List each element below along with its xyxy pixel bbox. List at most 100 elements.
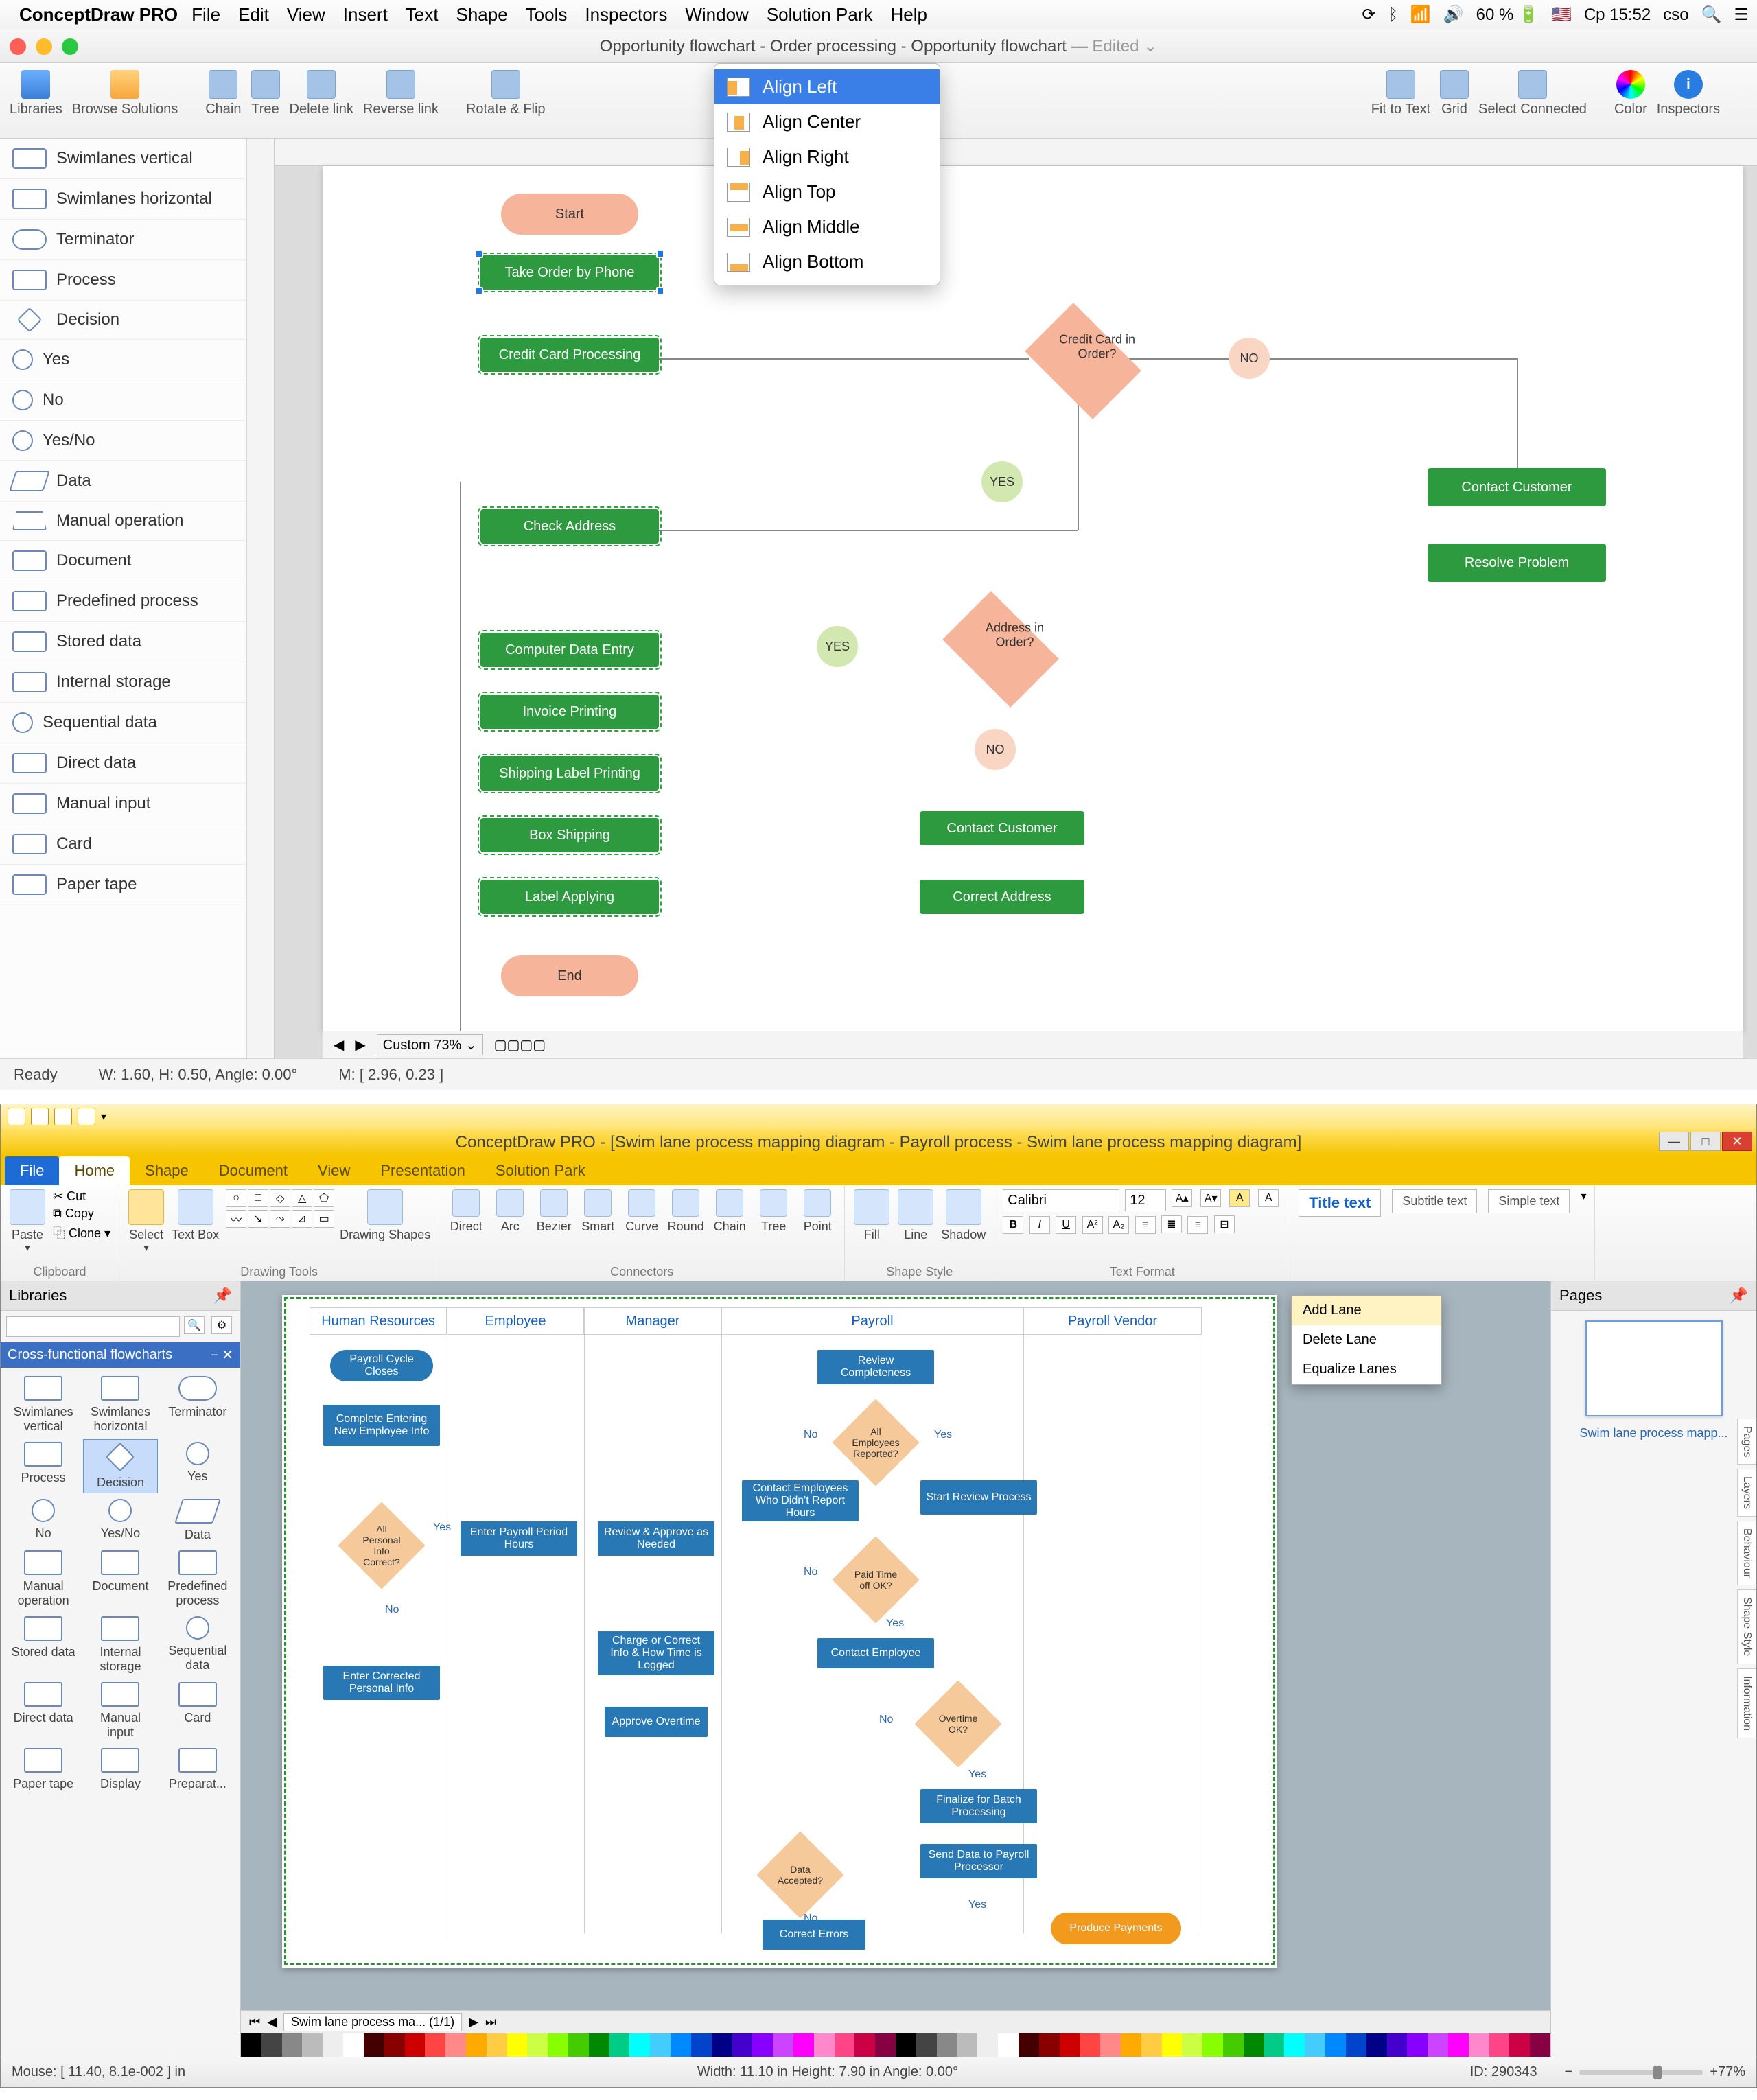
- color-swatch[interactable]: [1387, 2033, 1408, 2057]
- lane-employee[interactable]: Employee: [447, 1307, 584, 1335]
- color-swatch[interactable]: [1305, 2033, 1325, 2057]
- color-swatch[interactable]: [854, 2033, 875, 2057]
- color-swatch[interactable]: [977, 2033, 998, 2057]
- zoom-window-button[interactable]: [62, 38, 78, 55]
- approve-overtime[interactable]: Approve Overtime: [605, 1707, 708, 1737]
- no-badge[interactable]: NO: [1229, 338, 1270, 379]
- connector-tree[interactable]: Tree: [755, 1189, 792, 1234]
- search-icon[interactable]: 🔍: [184, 1316, 205, 1334]
- tb-tree[interactable]: Tree: [251, 70, 280, 117]
- qat-redo-icon[interactable]: [78, 1108, 95, 1125]
- subtitle-text-style[interactable]: Subtitle text: [1392, 1189, 1477, 1213]
- color-swatch[interactable]: [1162, 2033, 1183, 2057]
- color-swatch[interactable]: [1346, 2033, 1366, 2057]
- tab-nav-left-icon[interactable]: ⏮: [249, 2015, 260, 2029]
- tb-libraries[interactable]: Libraries: [10, 70, 62, 117]
- subscript-button[interactable]: A₂: [1108, 1216, 1129, 1234]
- lib-swimlanes-vertical[interactable]: Swimlanes vertical: [6, 1373, 80, 1436]
- library-category[interactable]: Cross-functional flowcharts− ✕: [1, 1342, 240, 1368]
- start-terminator[interactable]: Start: [501, 194, 638, 235]
- color-swatch[interactable]: [691, 2033, 712, 2057]
- lib-no[interactable]: No: [6, 1496, 80, 1545]
- menu-solution-park[interactable]: Solution Park: [767, 4, 873, 25]
- color-swatch[interactable]: [1407, 2033, 1428, 2057]
- connector-arc[interactable]: Arc: [491, 1189, 528, 1234]
- zoom-out-icon[interactable]: −: [1565, 2064, 1573, 2080]
- color-swatch[interactable]: [998, 2033, 1019, 2057]
- menu-tools[interactable]: Tools: [526, 4, 568, 25]
- collapse-icon[interactable]: −: [210, 1348, 218, 1363]
- box-invoice[interactable]: Invoice Printing: [480, 695, 659, 729]
- tb-inspectors[interactable]: iInspectors: [1657, 70, 1720, 117]
- box-contact-customer-2[interactable]: Contact Customer: [920, 811, 1084, 845]
- charge-correct[interactable]: Charge or Correct Info & How Time is Log…: [598, 1631, 714, 1675]
- color-swatch[interactable]: [1325, 2033, 1346, 2057]
- font-name-input[interactable]: [1003, 1189, 1119, 1211]
- align-middle-item[interactable]: Align Middle: [714, 209, 940, 244]
- color-swatch[interactable]: [712, 2033, 732, 2057]
- side-internal-storage[interactable]: Internal storage: [0, 662, 246, 703]
- underline-button[interactable]: U: [1056, 1216, 1076, 1234]
- italic-button[interactable]: I: [1029, 1216, 1050, 1234]
- tb-browse-solutions[interactable]: Browse Solutions: [72, 70, 178, 117]
- color-swatch[interactable]: [445, 2033, 466, 2057]
- shape-gallery[interactable]: ○□◇△⬠ 〰↘⤳⊿▭: [226, 1189, 333, 1228]
- swimlane-canvas[interactable]: Human Resources Employee Manager Payroll…: [282, 1295, 1277, 1968]
- complete-entering[interactable]: Complete Entering New Employee Info: [323, 1405, 440, 1446]
- box-contact-customer-1[interactable]: Contact Customer: [1428, 468, 1606, 506]
- align-top-item[interactable]: Align Top: [714, 174, 940, 209]
- enter-hours[interactable]: Enter Payroll Period Hours: [461, 1521, 577, 1556]
- tab-view[interactable]: View: [303, 1156, 365, 1185]
- tb-color[interactable]: Color: [1614, 70, 1647, 117]
- flowchart-canvas[interactable]: Start Take Order by Phone Credit Card Pr…: [323, 166, 1743, 1031]
- color-swatch[interactable]: [1141, 2033, 1162, 2057]
- qat-save-icon[interactable]: [31, 1108, 49, 1125]
- yes-badge[interactable]: YES: [981, 461, 1023, 502]
- win-minimize-button[interactable]: —: [1659, 1132, 1689, 1151]
- color-swatch[interactable]: [1530, 2033, 1550, 2057]
- overtime-decision[interactable]: Overtime OK?: [914, 1680, 1001, 1767]
- color-swatch[interactable]: [793, 2033, 814, 2057]
- color-swatch[interactable]: [1121, 2033, 1141, 2057]
- color-swatch[interactable]: [1202, 2033, 1223, 2057]
- lane-hr[interactable]: Human Resources: [310, 1307, 447, 1335]
- decision-address[interactable]: Address in Order?: [947, 612, 1054, 686]
- connector-round[interactable]: Round: [667, 1189, 704, 1234]
- textbox-tool[interactable]: Text Box: [172, 1189, 219, 1242]
- box-take-order[interactable]: Take Order by Phone: [480, 255, 659, 290]
- volume-icon[interactable]: 🔊: [1443, 5, 1464, 25]
- connector-point[interactable]: Point: [799, 1189, 836, 1234]
- side-document[interactable]: Document: [0, 541, 246, 581]
- color-swatch[interactable]: [405, 2033, 426, 2057]
- scroll-right-icon[interactable]: ▶: [355, 1036, 365, 1053]
- color-swatch[interactable]: [466, 2033, 487, 2057]
- lib-direct-data[interactable]: Direct data: [6, 1679, 80, 1742]
- color-swatch[interactable]: [629, 2033, 650, 2057]
- menu-text[interactable]: Text: [406, 4, 439, 25]
- libraries-panel-header[interactable]: Libraries📌: [1, 1281, 240, 1311]
- tb-grid[interactable]: Grid: [1440, 70, 1469, 117]
- color-swatch[interactable]: [1428, 2033, 1448, 2057]
- tab-shape[interactable]: Shape: [130, 1156, 204, 1185]
- lane-vendor[interactable]: Payroll Vendor: [1023, 1307, 1202, 1335]
- side-data[interactable]: Data: [0, 461, 246, 502]
- menu-edit[interactable]: Edit: [238, 4, 269, 25]
- view-mode-buttons[interactable]: ▢▢▢▢: [494, 1036, 546, 1053]
- color-swatch[interactable]: [384, 2033, 405, 2057]
- lane-manager[interactable]: Manager: [584, 1307, 721, 1335]
- highlight-icon[interactable]: A: [1229, 1189, 1250, 1207]
- font-color-icon[interactable]: A: [1258, 1189, 1279, 1207]
- tab-nav-next-icon[interactable]: ▶: [469, 2015, 478, 2029]
- color-swatch[interactable]: [364, 2033, 384, 2057]
- side-tab-shape-style[interactable]: Shape Style: [1737, 1589, 1756, 1664]
- tab-solution-park[interactable]: Solution Park: [480, 1156, 601, 1185]
- finalize-batch[interactable]: Finalize for Batch Processing: [920, 1789, 1037, 1823]
- user-name[interactable]: cso: [1663, 5, 1688, 25]
- menu-help[interactable]: Help: [890, 4, 927, 25]
- copy-button[interactable]: ⧉ Copy: [53, 1206, 110, 1221]
- library-search-input[interactable]: [6, 1316, 180, 1337]
- align-right-button[interactable]: ≡: [1187, 1216, 1208, 1234]
- lib-manual-input[interactable]: Manual input: [83, 1679, 157, 1742]
- side-swimlanes-v[interactable]: Swimlanes vertical: [0, 139, 246, 179]
- box-shipping-label[interactable]: Shipping Label Printing: [480, 756, 659, 791]
